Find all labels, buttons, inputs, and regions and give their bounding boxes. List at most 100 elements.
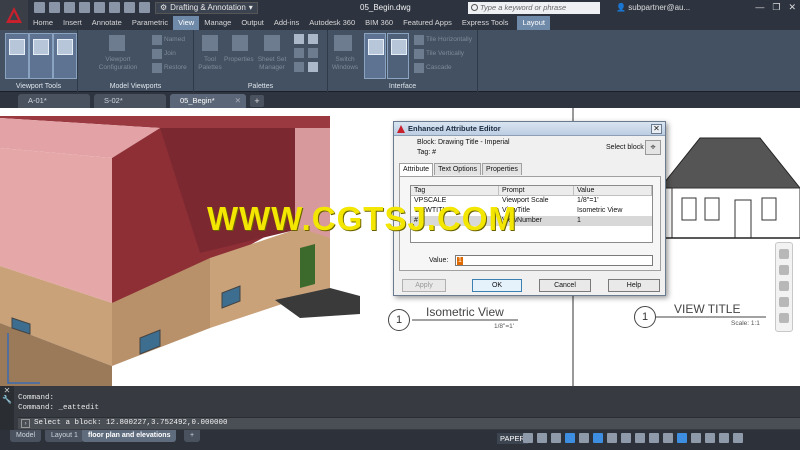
layout-tab-model[interactable]: Model (10, 430, 42, 442)
application-menu-button[interactable] (0, 0, 28, 30)
value-input[interactable]: 1 (455, 255, 653, 266)
workspace-dropdown[interactable]: ⚙ Drafting & Annotation ▾ (155, 2, 258, 14)
save-as-icon[interactable] (79, 2, 90, 13)
new-layout-button[interactable]: + (184, 430, 201, 442)
annotation-scale-icon[interactable] (649, 433, 659, 443)
ribbon-tab-express-tools[interactable]: Express Tools (457, 16, 514, 30)
clean-screen-icon[interactable] (719, 433, 729, 443)
transparency-icon[interactable] (635, 433, 645, 443)
join-button[interactable]: Join (164, 50, 176, 58)
column-prompt[interactable]: Prompt (499, 186, 574, 196)
ribbon-tab-home[interactable]: Home (28, 16, 58, 30)
chevron-icon: › (21, 419, 30, 428)
select-block-button[interactable]: ⌖ (645, 140, 661, 155)
new-tab-button[interactable]: + (250, 95, 264, 107)
ribbon-tab-output[interactable]: Output (236, 16, 269, 30)
undo-icon[interactable] (109, 2, 120, 13)
apply-button[interactable]: Apply (402, 279, 446, 292)
sheet-set-manager-button[interactable]: Sheet Set Manager (256, 56, 288, 72)
print-icon[interactable] (94, 2, 105, 13)
file-tab-05-begin[interactable]: 05_Begin* ✕ (170, 94, 246, 108)
close-icon[interactable]: ✕ (788, 2, 796, 13)
tab-text-options[interactable]: Text Options (434, 163, 481, 175)
user-signin[interactable]: 👤 subpartner@au... (616, 3, 690, 12)
steering-wheel-icon[interactable] (779, 249, 789, 259)
polar-icon[interactable] (565, 433, 575, 443)
tab-properties[interactable]: Properties (482, 163, 522, 175)
ok-button[interactable]: OK (472, 279, 522, 292)
pan-icon[interactable] (779, 265, 789, 275)
plot-icon[interactable] (139, 2, 150, 13)
palette-icon-4[interactable] (308, 48, 318, 58)
column-tag[interactable]: Tag (411, 186, 499, 196)
ortho-icon[interactable] (551, 433, 561, 443)
tool-palettes-button[interactable]: Tool Palettes (196, 56, 224, 72)
ribbon-tab-layout[interactable]: Layout (517, 16, 550, 30)
customize-icon[interactable]: 🔧 (0, 395, 14, 404)
close-tab-icon[interactable]: ✕ (235, 94, 241, 108)
search-icon (471, 4, 478, 11)
command-input[interactable]: › Select a block: 12.800227,3.752492,0.0… (18, 417, 800, 429)
navigation-bar-button[interactable] (53, 33, 77, 79)
close-icon[interactable]: ✕ (0, 386, 14, 395)
palette-icon-2[interactable] (308, 34, 318, 44)
ribbon-tab-manage[interactable]: Manage (199, 16, 236, 30)
lineweight-icon[interactable] (621, 433, 631, 443)
layout-tab-floor-plan[interactable]: floor plan and elevations (82, 430, 177, 442)
viewcube-button[interactable] (29, 33, 53, 79)
new-icon[interactable] (34, 2, 45, 13)
palette-icon-1[interactable] (294, 34, 304, 44)
otrack-icon[interactable] (607, 433, 617, 443)
file-tab-a01[interactable]: A-01* (18, 94, 90, 108)
orbit-icon[interactable] (779, 297, 789, 307)
ribbon-tab-annotate[interactable]: Annotate (87, 16, 127, 30)
osnap-icon[interactable] (593, 433, 603, 443)
ribbon-tab-insert[interactable]: Insert (58, 16, 87, 30)
restore-button[interactable]: Restore (164, 64, 187, 72)
viewport-configuration-button[interactable]: Viewport Configuration (98, 56, 138, 72)
open-icon[interactable] (49, 2, 60, 13)
ribbon-tab-featured-apps[interactable]: Featured Apps (398, 16, 457, 30)
tab-attribute[interactable]: Attribute (399, 163, 434, 176)
layout-tabs-button[interactable] (387, 33, 409, 79)
grid-icon[interactable] (523, 433, 533, 443)
minimize-icon[interactable]: — (755, 2, 764, 13)
annotation-monitor-icon[interactable] (677, 433, 687, 443)
file-tab-s02[interactable]: S-02* (94, 94, 166, 108)
save-icon[interactable] (64, 2, 75, 13)
ribbon-tab-parametric[interactable]: Parametric (127, 16, 173, 30)
search-input[interactable]: Type a keyword or phrase (468, 2, 600, 14)
file-tabs-button[interactable] (364, 33, 386, 79)
named-button[interactable]: Named (164, 36, 185, 44)
dialog-close-button[interactable]: ✕ (651, 124, 662, 134)
properties-button[interactable]: Properties (224, 56, 254, 64)
help-button[interactable]: Help (608, 279, 660, 292)
switch-windows-button[interactable]: Switch Windows (330, 56, 360, 72)
ribbon-tab-add-ins[interactable]: Add-ins (269, 16, 304, 30)
command-prompt: Select a block: 12.800227,3.752492,0.000… (34, 419, 228, 427)
command-line-handle[interactable]: ✕ 🔧 (0, 386, 14, 430)
cascade-button[interactable]: Cascade (426, 64, 452, 72)
snap-icon[interactable] (537, 433, 547, 443)
redo-icon[interactable] (124, 2, 135, 13)
restore-icon[interactable]: ❐ (772, 2, 780, 13)
workspace-switch-icon[interactable] (663, 433, 673, 443)
zoom-icon[interactable] (779, 281, 789, 291)
ribbon-tab-bim-360[interactable]: BIM 360 (360, 16, 398, 30)
showmotion-icon[interactable] (779, 313, 789, 323)
isolate-icon[interactable] (691, 433, 701, 443)
ucs-icon-button[interactable] (5, 33, 29, 79)
ribbon-tab-autodesk-360[interactable]: Autodesk 360 (304, 16, 360, 30)
layout-tab-layout1[interactable]: Layout 1 (45, 430, 84, 442)
palette-icon-5[interactable] (294, 62, 304, 72)
cancel-button[interactable]: Cancel (539, 279, 591, 292)
customization-icon[interactable] (733, 433, 743, 443)
hardware-accel-icon[interactable] (705, 433, 715, 443)
ribbon-tab-view[interactable]: View (173, 16, 200, 30)
column-value[interactable]: Value (574, 186, 652, 196)
tile-vertically-button[interactable]: Tile Vertically (426, 50, 464, 58)
isodraft-icon[interactable] (579, 433, 589, 443)
tile-horizontally-button[interactable]: Tile Horizontally (426, 36, 472, 44)
palette-icon-6[interactable] (308, 62, 318, 72)
palette-icon-3[interactable] (294, 48, 304, 58)
